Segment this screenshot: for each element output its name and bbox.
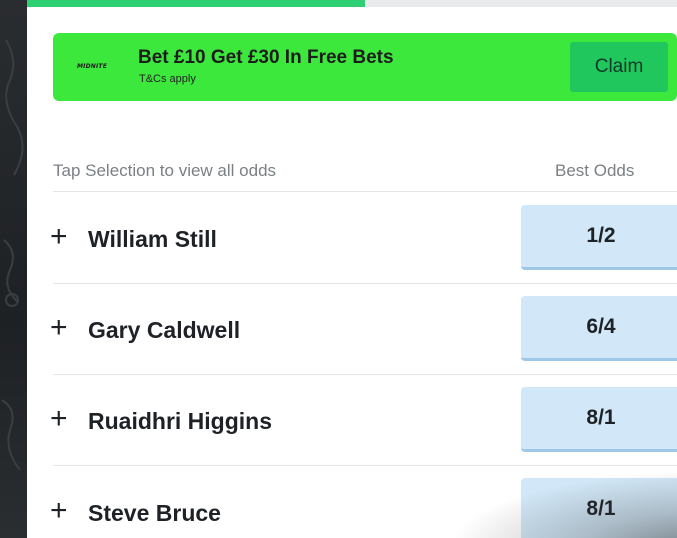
promo-terms-link[interactable]: T&Cs apply xyxy=(139,73,196,85)
plus-icon[interactable]: + xyxy=(50,313,68,343)
selection-name[interactable]: Ruaidhri Higgins xyxy=(88,408,272,435)
progress-fill xyxy=(27,0,365,7)
header-divider xyxy=(53,191,677,192)
plus-icon[interactable]: + xyxy=(50,222,68,252)
odds-button[interactable]: 1/2 xyxy=(521,205,677,270)
claim-button[interactable]: Claim xyxy=(570,42,668,92)
selection-name[interactable]: Steve Bruce xyxy=(88,500,221,527)
row-divider xyxy=(53,374,677,375)
odds-button[interactable]: 6/4 xyxy=(521,296,677,361)
odds-panel: MIDNITE Bet £10 Get £30 In Free Bets T&C… xyxy=(27,0,677,538)
odds-button[interactable]: 8/1 xyxy=(521,478,677,538)
promo-headline: Bet £10 Get £30 In Free Bets xyxy=(138,47,394,68)
brand-logo: MIDNITE xyxy=(77,63,108,70)
selection-name[interactable]: Gary Caldwell xyxy=(88,317,240,344)
row-divider xyxy=(53,465,677,466)
background-edge xyxy=(0,0,27,538)
plus-icon[interactable]: + xyxy=(50,404,68,434)
progress-track xyxy=(27,0,677,7)
plus-icon[interactable]: + xyxy=(50,496,68,526)
odds-button[interactable]: 8/1 xyxy=(521,387,677,452)
promo-banner[interactable]: MIDNITE Bet £10 Get £30 In Free Bets T&C… xyxy=(53,33,677,101)
best-odds-header: Best Odds xyxy=(555,161,635,180)
selection-name[interactable]: William Still xyxy=(88,226,217,253)
row-divider xyxy=(53,283,677,284)
selection-hint: Tap Selection to view all odds xyxy=(53,161,277,180)
background-doodle xyxy=(1,39,24,471)
